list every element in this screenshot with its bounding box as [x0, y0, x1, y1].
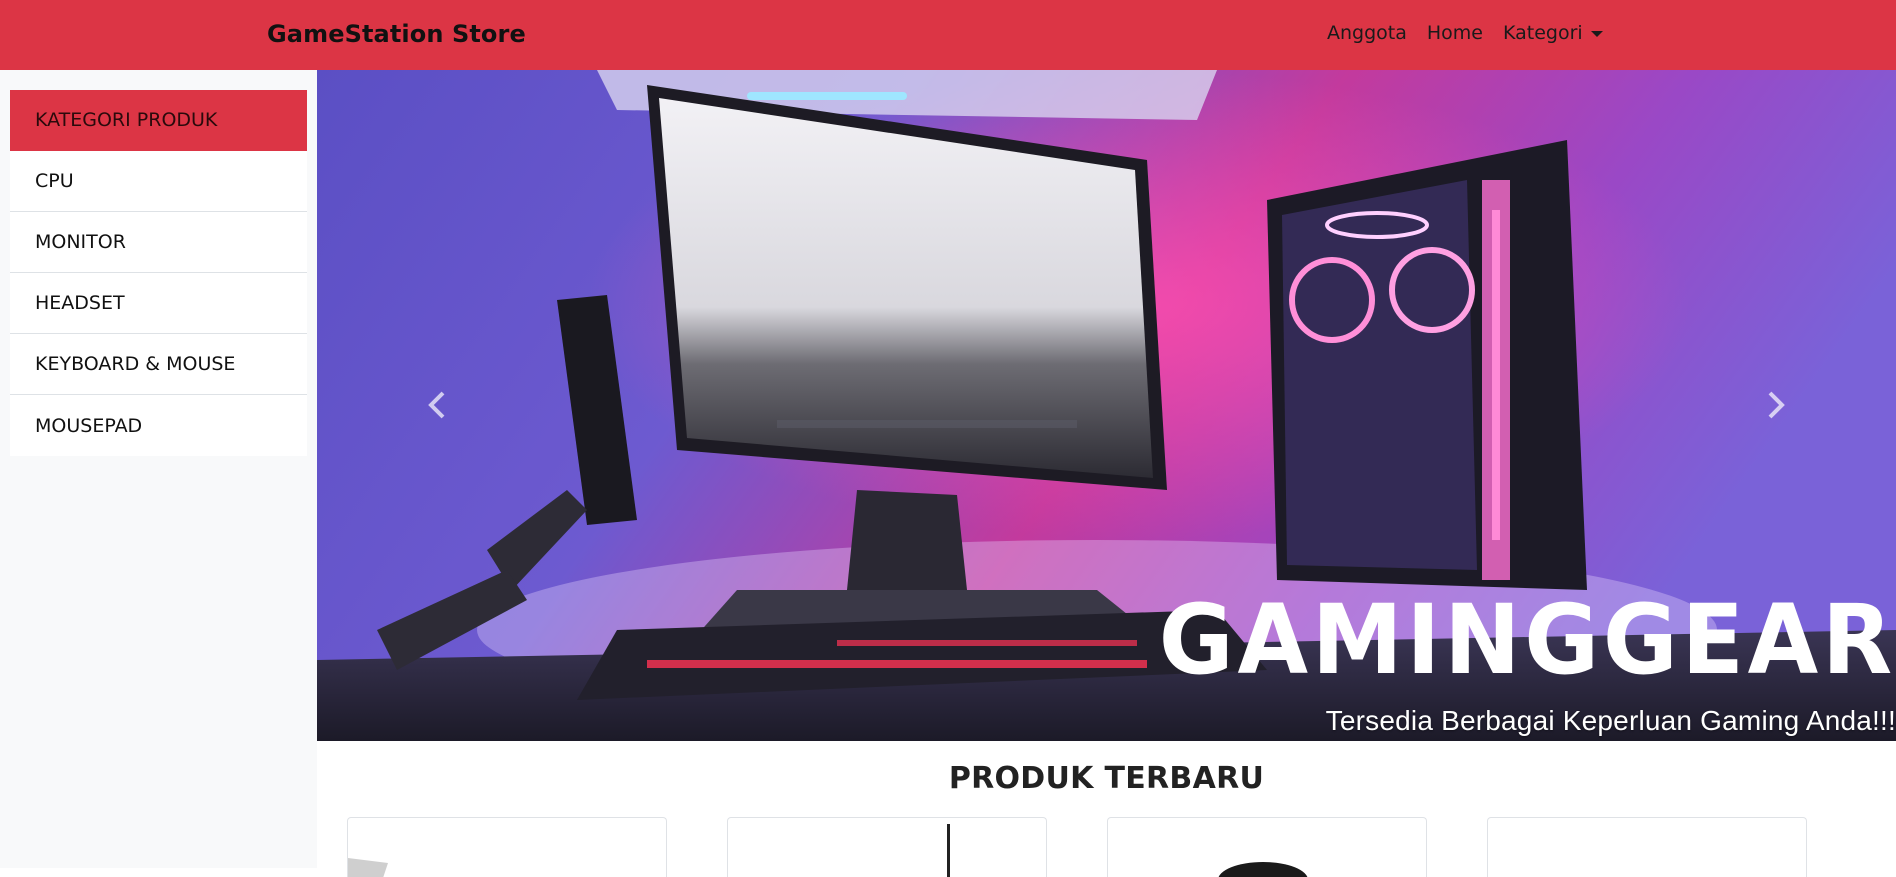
product-card[interactable]: [1487, 817, 1807, 877]
section-title: PRODUK TERBARU: [948, 761, 1265, 796]
sidebar-item-cpu[interactable]: CPU: [10, 151, 307, 212]
carousel-prev-button[interactable]: [407, 370, 467, 440]
navbar: GameStation Store Anggota Home Kategori: [0, 0, 1896, 70]
brand-link[interactable]: GameStation Store: [267, 20, 526, 48]
sidebar-item-mousepad[interactable]: MOUSEPAD: [10, 395, 307, 456]
product-image: [348, 858, 388, 877]
sidebar-header-kategori-produk: KATEGORI PRODUK: [10, 90, 307, 151]
hero-carousel: GAMINGGEAR Tersedia Berbagai Keperluan G…: [317, 70, 1896, 741]
sidebar-item-monitor[interactable]: MONITOR: [10, 212, 307, 273]
banner-logo: GAMINGGEAR: [1158, 584, 1896, 696]
nav-dropdown-kategori[interactable]: Kategori: [1503, 22, 1603, 44]
sidebar: KATEGORI PRODUK CPU MONITOR HEADSET KEYB…: [0, 70, 317, 868]
chevron-right-icon: [1768, 391, 1785, 419]
nav-link-home[interactable]: Home: [1427, 22, 1483, 44]
nav-link-anggota[interactable]: Anggota: [1327, 22, 1407, 44]
product-card[interactable]: [1107, 817, 1427, 877]
banner-caption: Tersedia Berbagai Keperluan Gaming Anda!…: [1325, 705, 1896, 736]
nav-links: Anggota Home Kategori: [1327, 22, 1603, 44]
chevron-left-icon: [428, 391, 445, 419]
caret-down-icon: [1590, 30, 1603, 37]
product-card[interactable]: [727, 817, 1047, 877]
sidebar-item-headset[interactable]: HEADSET: [10, 273, 307, 334]
category-list: KATEGORI PRODUK CPU MONITOR HEADSET KEYB…: [10, 90, 307, 456]
carousel-next-button[interactable]: [1746, 370, 1806, 440]
product-card[interactable]: [347, 817, 667, 877]
nav-dropdown-label: Kategori: [1503, 22, 1583, 44]
product-image: [1218, 862, 1308, 877]
product-image: [947, 824, 950, 877]
sidebar-item-keyboard-mouse[interactable]: KEYBOARD & MOUSE: [10, 334, 307, 395]
latest-products-section: PRODUK TERBARU: [317, 741, 1896, 877]
